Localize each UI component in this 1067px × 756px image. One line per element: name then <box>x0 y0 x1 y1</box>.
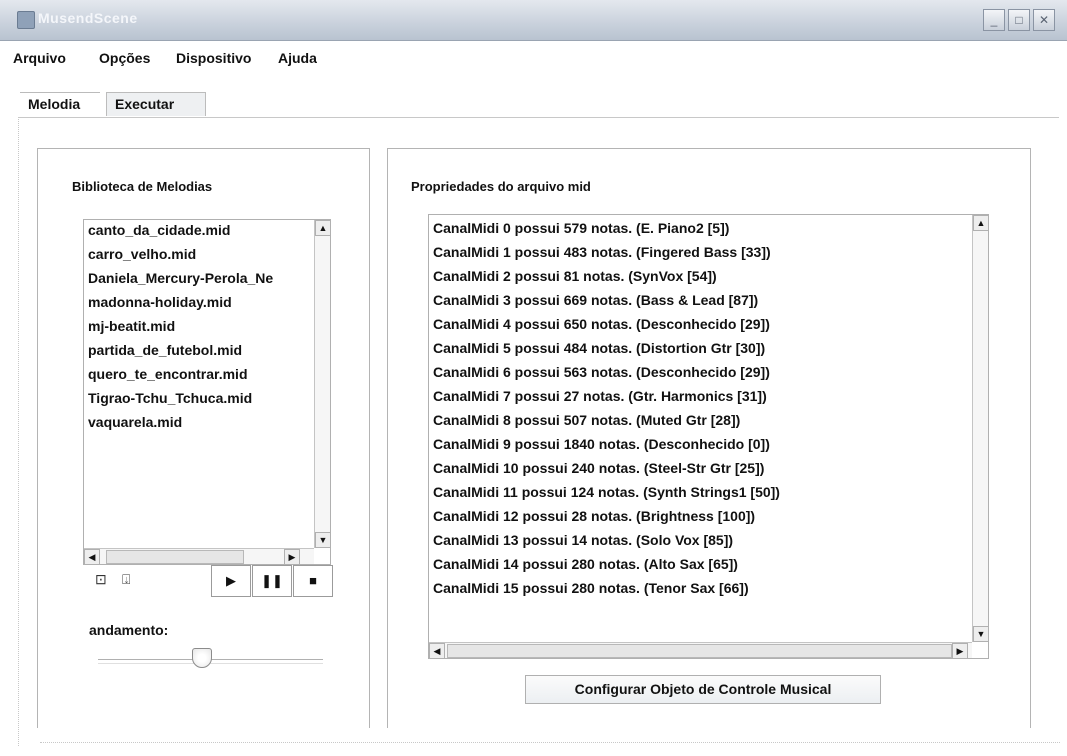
menu-opcoes[interactable]: Opções <box>99 50 150 66</box>
scroll-down-icon[interactable]: ▼ <box>973 626 988 642</box>
melody-list[interactable]: canto_da_cidade.mid carro_velho.mid Daniel… <box>83 219 331 565</box>
tab-melodia[interactable]: Melodia <box>20 92 100 116</box>
list-item[interactable]: CanalMidi 1 possui 483 notas. (Fingered … <box>433 244 771 260</box>
pause-button[interactable]: ❚❚ <box>252 565 292 597</box>
remove-file-icon[interactable]: ⍗ <box>122 571 130 588</box>
scroll-right-icon[interactable]: ▶ <box>284 549 300 564</box>
melody-list-hscroll[interactable]: ◀ ▶ <box>84 548 314 564</box>
list-item[interactable]: CanalMidi 14 possui 280 notas. (Alto Sax… <box>433 556 738 572</box>
title-bar: MusendScene _ □ ✕ <box>0 0 1067 41</box>
melody-list-vscroll[interactable]: ▲ ▼ <box>314 220 330 548</box>
list-item[interactable]: CanalMidi 6 possui 563 notas. (Desconhec… <box>433 364 770 380</box>
close-button[interactable]: ✕ <box>1033 9 1055 31</box>
list-item[interactable]: CanalMidi 5 possui 484 notas. (Distortio… <box>433 340 765 356</box>
list-item[interactable]: vaquarela.mid <box>88 414 182 430</box>
stop-button[interactable]: ■ <box>293 565 333 597</box>
scroll-left-icon[interactable]: ◀ <box>429 643 445 658</box>
menu-arquivo[interactable]: Arquivo <box>13 50 66 66</box>
properties-vscroll[interactable]: ▲ ▼ <box>972 215 988 642</box>
configure-controller-button[interactable]: Configurar Objeto de Controle Musical <box>525 675 881 704</box>
list-item[interactable]: partida_de_futebol.mid <box>88 342 242 358</box>
menu-ajuda[interactable]: Ajuda <box>278 50 317 66</box>
scroll-up-icon[interactable]: ▲ <box>973 215 988 231</box>
properties-hscroll[interactable]: ◀ ▶ <box>429 642 972 658</box>
menu-bar: Arquivo Opções Dispositivo Ajuda <box>0 48 1067 70</box>
list-item[interactable]: quero_te_encontrar.mid <box>88 366 248 382</box>
list-item[interactable]: carro_velho.mid <box>88 246 196 262</box>
hscroll-thumb[interactable] <box>106 550 244 564</box>
list-item[interactable]: Daniela_Mercury-Perola_Ne <box>88 270 273 286</box>
list-item[interactable]: CanalMidi 15 possui 280 notas. (Tenor Sa… <box>433 580 749 596</box>
list-item[interactable]: CanalMidi 4 possui 650 notas. (Desconhec… <box>433 316 770 332</box>
divider <box>40 742 1060 743</box>
tempo-slider-thumb[interactable] <box>191 648 212 668</box>
app-icon <box>17 11 35 29</box>
scroll-up-icon[interactable]: ▲ <box>315 220 330 236</box>
scroll-left-icon[interactable]: ◀ <box>84 549 100 564</box>
list-item[interactable]: CanalMidi 11 possui 124 notas. (Synth St… <box>433 484 780 500</box>
library-label: Biblioteca de Melodias <box>72 179 213 194</box>
add-file-icon[interactable]: ⊡ <box>95 571 107 588</box>
window-title: MusendScene <box>38 10 138 26</box>
list-item[interactable]: mj-beatit.mid <box>88 318 175 334</box>
menu-dispositivo[interactable]: Dispositivo <box>176 50 251 66</box>
list-item[interactable]: madonna-holiday.mid <box>88 294 232 310</box>
list-item[interactable]: CanalMidi 3 possui 669 notas. (Bass & Le… <box>433 292 758 308</box>
play-button[interactable]: ▶ <box>211 565 251 597</box>
list-item[interactable]: CanalMidi 8 possui 507 notas. (Muted Gtr… <box>433 412 740 428</box>
tempo-label: andamento: <box>89 622 169 638</box>
properties-label: Propriedades do arquivo mid <box>411 179 591 194</box>
list-item[interactable]: Tigrao-Tchu_Tchuca.mid <box>88 390 252 406</box>
minimize-button[interactable]: _ <box>983 9 1005 31</box>
list-item[interactable]: CanalMidi 7 possui 27 notas. (Gtr. Harmo… <box>433 388 767 404</box>
tab-executar[interactable]: Executar <box>106 92 206 116</box>
list-item[interactable]: CanalMidi 13 possui 14 notas. (Solo Vox … <box>433 532 733 548</box>
scroll-down-icon[interactable]: ▼ <box>315 532 330 548</box>
list-item[interactable]: canto_da_cidade.mid <box>88 222 230 238</box>
list-item[interactable]: CanalMidi 0 possui 579 notas. (E. Piano2… <box>433 220 729 236</box>
maximize-button[interactable]: □ <box>1008 9 1030 31</box>
scroll-right-icon[interactable]: ▶ <box>952 643 968 658</box>
list-item[interactable]: CanalMidi 10 possui 240 notas. (Steel-St… <box>433 460 764 476</box>
list-item[interactable]: CanalMidi 9 possui 1840 notas. (Desconhe… <box>433 436 770 452</box>
list-item[interactable]: CanalMidi 2 possui 81 notas. (SynVox [54… <box>433 268 717 284</box>
hscroll-thumb[interactable] <box>447 644 952 658</box>
properties-list[interactable]: CanalMidi 0 possui 579 notas. (E. Piano2… <box>428 214 989 659</box>
list-item[interactable]: CanalMidi 12 possui 28 notas. (Brightnes… <box>433 508 755 524</box>
